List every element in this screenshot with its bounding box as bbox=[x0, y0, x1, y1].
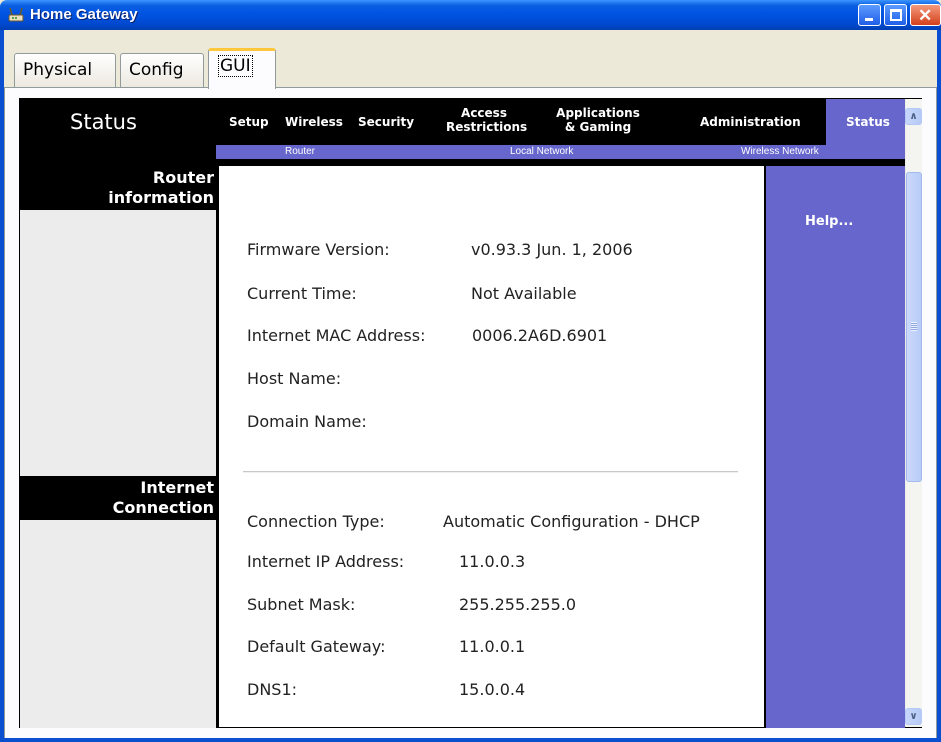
nav-apps-line2: & Gaming bbox=[564, 120, 632, 134]
domain-name-label: Domain Name: bbox=[247, 412, 367, 431]
section-header-router-information: Router information bbox=[20, 166, 218, 210]
nav-underline-bar bbox=[20, 159, 905, 166]
section-internet-line2: Connection bbox=[112, 498, 214, 517]
default-gateway-label: Default Gateway: bbox=[247, 637, 386, 656]
tab-physical[interactable]: Physical bbox=[14, 53, 116, 87]
subnav-router[interactable]: Router bbox=[285, 145, 315, 159]
tab-config[interactable]: Config bbox=[120, 53, 204, 87]
help-link[interactable]: Help... bbox=[805, 214, 853, 229]
left-sidebar bbox=[20, 166, 218, 728]
current-time-value: Not Available bbox=[471, 284, 577, 303]
section-separator bbox=[243, 471, 738, 473]
scrollbar-grip-icon bbox=[911, 322, 917, 331]
close-icon: ✕ bbox=[918, 6, 933, 25]
chevron-up-icon: ∧ bbox=[909, 111, 918, 122]
section-header-internet-connection: Internet Connection bbox=[20, 476, 218, 520]
section-internet-line1: Internet bbox=[140, 478, 214, 497]
nav-security[interactable]: Security bbox=[358, 115, 414, 129]
tab-baseline bbox=[4, 87, 937, 88]
subnav-left-spacer bbox=[20, 145, 216, 159]
window-title: Home Gateway bbox=[30, 6, 138, 23]
tab-gui-label: GUI bbox=[218, 55, 253, 77]
section-router-line2: information bbox=[108, 188, 214, 207]
internet-ip-value: 11.0.0.3 bbox=[459, 552, 526, 571]
window-border-right bbox=[937, 30, 941, 742]
default-gateway-value: 11.0.0.1 bbox=[459, 637, 526, 656]
page-title: Status bbox=[70, 110, 137, 134]
scroll-up-button[interactable]: ∧ bbox=[905, 108, 922, 125]
nav-access-restrictions[interactable]: Access Restrictions bbox=[446, 106, 528, 134]
dns1-label: DNS1: bbox=[247, 680, 298, 699]
internet-mac-value: 0006.2A6D.6901 bbox=[472, 326, 608, 345]
subnav-local-network[interactable]: Local Network bbox=[510, 145, 573, 159]
connection-type-label: Connection Type: bbox=[247, 512, 385, 531]
maximize-icon bbox=[890, 9, 902, 21]
chevron-down-icon: ∨ bbox=[909, 711, 918, 722]
current-time-label: Current Time: bbox=[247, 284, 357, 303]
connection-type-value: Automatic Configuration - DHCP bbox=[443, 512, 700, 531]
maximize-button[interactable] bbox=[884, 4, 907, 26]
window-border-bottom bbox=[0, 738, 941, 742]
help-panel bbox=[764, 166, 905, 728]
internet-ip-label: Internet IP Address: bbox=[247, 552, 405, 571]
nav-status[interactable]: Status bbox=[846, 115, 890, 129]
firmware-version-value: v0.93.3 Jun. 1, 2006 bbox=[471, 240, 633, 259]
section-router-line1: Router bbox=[152, 168, 214, 187]
left-column-divider bbox=[216, 166, 219, 728]
nav-setup[interactable]: Setup bbox=[229, 115, 269, 129]
nav-applications-gaming[interactable]: Applications & Gaming bbox=[550, 106, 646, 134]
nav-wireless[interactable]: Wireless bbox=[285, 115, 343, 129]
nav-administration[interactable]: Administration bbox=[700, 115, 801, 129]
nav-apps-line1: Applications bbox=[556, 106, 640, 120]
subnet-mask-value: 255.255.255.0 bbox=[459, 595, 577, 614]
firmware-version-label: Firmware Version: bbox=[247, 240, 390, 259]
scroll-down-button[interactable]: ∨ bbox=[905, 708, 922, 725]
nav-access-line1: Access bbox=[461, 106, 507, 120]
router-app-icon bbox=[8, 7, 24, 22]
subnet-mask-label: Subnet Mask: bbox=[247, 595, 356, 614]
minimize-button[interactable] bbox=[858, 4, 881, 26]
host-name-label: Host Name: bbox=[247, 369, 342, 388]
tab-gui[interactable]: GUI bbox=[208, 48, 276, 89]
subnav-wireless-network[interactable]: Wireless Network bbox=[741, 145, 819, 159]
minimize-icon bbox=[865, 18, 873, 21]
dns1-value: 15.0.0.4 bbox=[459, 680, 526, 699]
internet-mac-label: Internet MAC Address: bbox=[247, 326, 426, 345]
window-titlebar[interactable]: Home Gateway ✕ bbox=[0, 0, 941, 30]
nav-access-line2: Restrictions bbox=[446, 120, 528, 134]
close-button[interactable]: ✕ bbox=[910, 4, 941, 26]
